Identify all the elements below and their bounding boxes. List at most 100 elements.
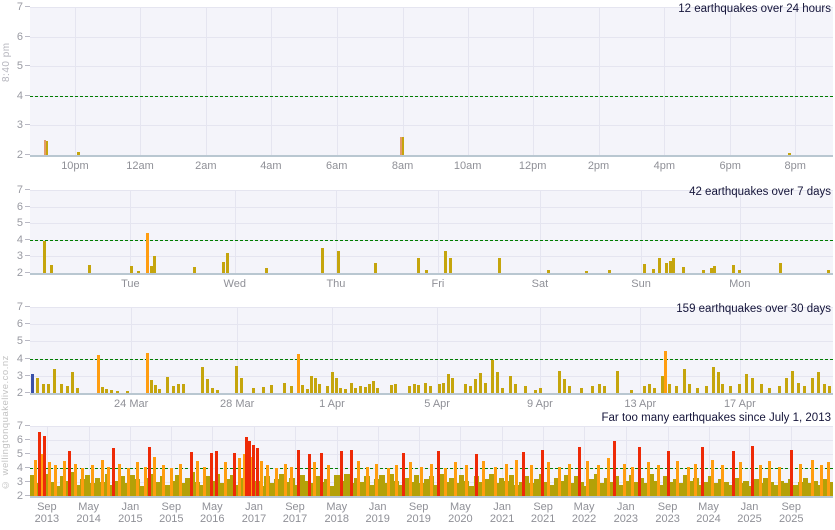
x-axis-label: Fri: [432, 278, 445, 290]
x-axis-label: 2am: [195, 160, 216, 172]
earthquake-bar-moderate: [623, 464, 626, 496]
earthquake-bar-moderate: [275, 468, 278, 496]
y-axis-label: 3: [1, 250, 23, 262]
x-axis-label: Tue: [121, 278, 140, 290]
earthquake-bar: [153, 256, 156, 273]
earthquake-bar: [479, 373, 482, 393]
earthquake-bar-moderate: [238, 458, 241, 496]
earthquake-bar: [652, 269, 655, 273]
earthquake-bar: [344, 389, 347, 393]
earthquake-bar: [46, 141, 48, 155]
gridline-horizontal: [30, 324, 833, 325]
y-axis-label: 5: [1, 217, 23, 229]
gridline-vertical: [130, 190, 131, 273]
earthquake-bar-strong: [340, 451, 343, 496]
earthquake-bar: [31, 374, 34, 393]
earthquake-bar: [310, 376, 313, 393]
earthquake-bar: [643, 386, 646, 393]
earthquake-bar: [235, 366, 238, 393]
earthquake-bar: [429, 386, 432, 393]
earthquake-bar-strong: [751, 446, 754, 496]
earthquake-bar-moderate: [196, 461, 199, 496]
earthquake-bar: [177, 384, 180, 393]
x-axis-label: Jan2019: [365, 501, 389, 525]
earthquake-bar-strong: [233, 453, 236, 496]
gridline-vertical: [403, 7, 404, 155]
earthquake-bar-moderate: [34, 460, 37, 496]
earthquake-bar: [591, 386, 594, 393]
x-axis-label: Sep2023: [655, 501, 679, 525]
earthquake-bar: [682, 267, 685, 273]
earthquake-bar: [211, 388, 214, 393]
earthquake-bar: [43, 241, 46, 273]
earthquake-bar-strong: [190, 452, 193, 496]
earthquake-bar: [364, 387, 367, 393]
earthquake-bar: [116, 391, 119, 393]
x-axis-label: May2020: [448, 501, 472, 525]
earthquake-bar-moderate: [558, 467, 561, 496]
earthquake-bar: [88, 265, 91, 273]
earthquake-bar: [713, 266, 716, 273]
y-axis-label: 5: [1, 60, 23, 72]
y-axis-tick: [25, 189, 30, 190]
earthquake-bar: [751, 378, 754, 393]
earthquake-bar-strong: [350, 450, 353, 496]
x-axis-label: May2018: [324, 501, 348, 525]
gridline-horizontal: [30, 207, 833, 208]
magnitude-threshold-line: [30, 96, 833, 97]
x-axis-label: May2014: [76, 501, 100, 525]
gridline-horizontal: [30, 440, 833, 441]
earthquake-bar: [321, 248, 324, 273]
earthquake-bar-moderate: [547, 462, 550, 496]
earthquake-bar-moderate: [107, 467, 110, 496]
earthquake-bar-moderate: [170, 468, 173, 496]
y-axis-tick: [25, 154, 30, 155]
earthquake-bar: [36, 378, 39, 393]
earthquake-bar-strong: [402, 453, 405, 496]
earthquake-bar: [496, 372, 499, 393]
earthquake-bar: [42, 384, 45, 393]
earthquake-bar-moderate: [827, 462, 830, 496]
x-axis-labels-since-2013: Sep2013May2014Jan2015Sep2015May2016Jan20…: [30, 498, 833, 515]
earthquake-bar-strong: [215, 451, 218, 496]
earthquake-bar: [166, 377, 169, 393]
earthquake-bar: [732, 265, 735, 273]
x-axis-label: Sep2013: [35, 501, 59, 525]
earthquake-bar: [76, 388, 79, 393]
earthquake-bar-moderate: [224, 462, 227, 496]
earthquake-bar-moderate: [430, 464, 433, 496]
earthquake-bar: [60, 384, 63, 393]
earthquake-bar-moderate: [494, 467, 497, 496]
x-axis-label: 8am: [392, 160, 413, 172]
y-axis-tick: [25, 439, 30, 440]
earthquake-bar-strong: [297, 450, 300, 496]
y-axis-label: 3: [1, 476, 23, 488]
earthquake-bar-moderate: [759, 465, 762, 496]
earthquake-bar-moderate: [127, 468, 130, 496]
x-axis-labels-7-days: TueWedThuFriSatSunMon: [30, 275, 833, 292]
x-axis-label: Jan2021: [490, 501, 514, 525]
earthquake-bar-moderate: [676, 461, 679, 496]
earthquake-bar: [390, 385, 393, 393]
earthquake-bar: [226, 253, 229, 273]
earthquake-bar: [137, 271, 140, 273]
gridline-vertical: [438, 190, 439, 273]
y-axis-tick: [25, 272, 30, 273]
y-axis-label: 4: [1, 234, 23, 246]
earthquake-bar: [126, 391, 129, 393]
earthquake-bar: [779, 263, 782, 273]
earthquake-bar-moderate: [144, 467, 147, 496]
y-axis-label: 7: [1, 420, 23, 432]
earthquake-bar: [491, 360, 494, 393]
x-axis-label: 4pm: [654, 160, 675, 172]
y-axis-label: 2: [1, 490, 23, 502]
earthquake-bar-strong: [112, 448, 115, 496]
earthquake-bar-moderate: [313, 462, 316, 496]
x-axis-label: Sun: [631, 278, 651, 290]
earthquake-bar: [585, 271, 588, 273]
x-axis-label: Sep2015: [159, 501, 183, 525]
earthquake-bar: [608, 270, 611, 273]
earthquake-bar: [444, 251, 447, 273]
earthquake-bar-strong: [148, 447, 151, 496]
y-axis-tick: [25, 306, 30, 307]
